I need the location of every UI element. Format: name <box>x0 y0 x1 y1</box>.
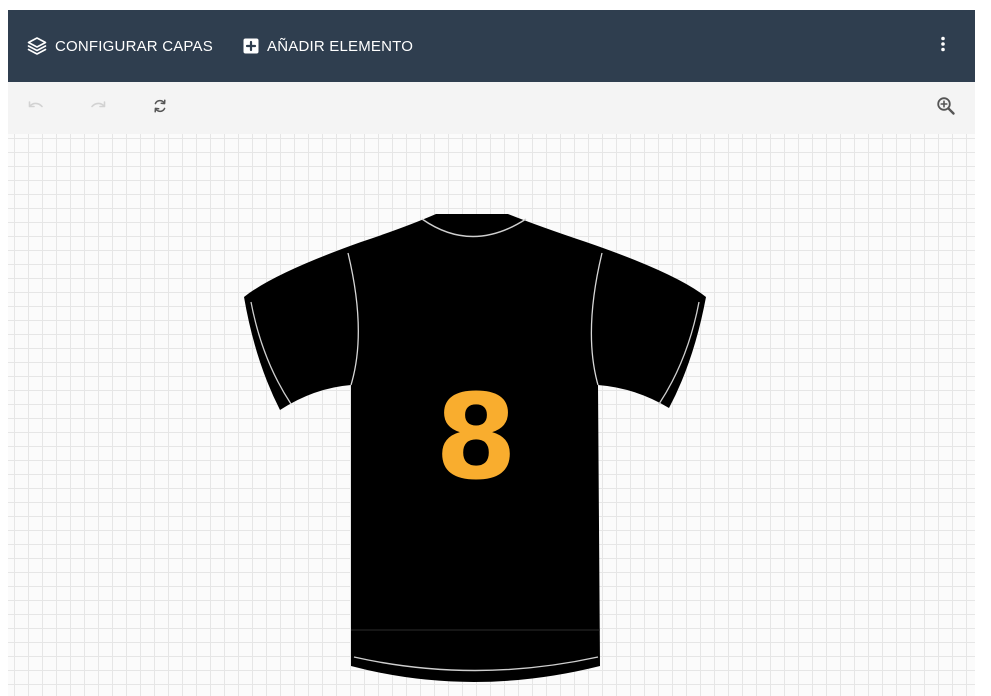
add-box-icon <box>243 38 259 54</box>
configure-layers-button[interactable]: CONFIGURAR CAPAS <box>27 10 213 82</box>
refresh-button[interactable] <box>148 96 172 120</box>
more-options-button[interactable] <box>931 34 955 58</box>
zoom-in-icon <box>936 96 956 121</box>
jersey-number[interactable]: 8 <box>435 368 517 506</box>
t-shirt-mockup[interactable]: 8 <box>236 210 716 696</box>
configure-layers-label: CONFIGURAR CAPAS <box>55 37 213 55</box>
undo-icon <box>27 99 45 117</box>
refresh-icon <box>152 98 168 119</box>
editor-frame: CONFIGURAR CAPAS AÑADIR ELEMENTO 8 <box>8 10 975 696</box>
redo-button[interactable] <box>86 96 110 120</box>
zoom-in-button[interactable] <box>934 96 958 120</box>
redo-icon <box>89 99 107 117</box>
edit-toolbar <box>8 82 975 134</box>
more-vertical-icon <box>940 36 946 57</box>
design-canvas[interactable]: 8 <box>8 134 975 696</box>
add-element-label: AÑADIR ELEMENTO <box>267 37 414 55</box>
undo-button[interactable] <box>24 96 48 120</box>
add-element-button[interactable]: AÑADIR ELEMENTO <box>243 10 413 82</box>
layers-icon <box>27 37 47 55</box>
top-bar: CONFIGURAR CAPAS AÑADIR ELEMENTO <box>8 10 975 82</box>
